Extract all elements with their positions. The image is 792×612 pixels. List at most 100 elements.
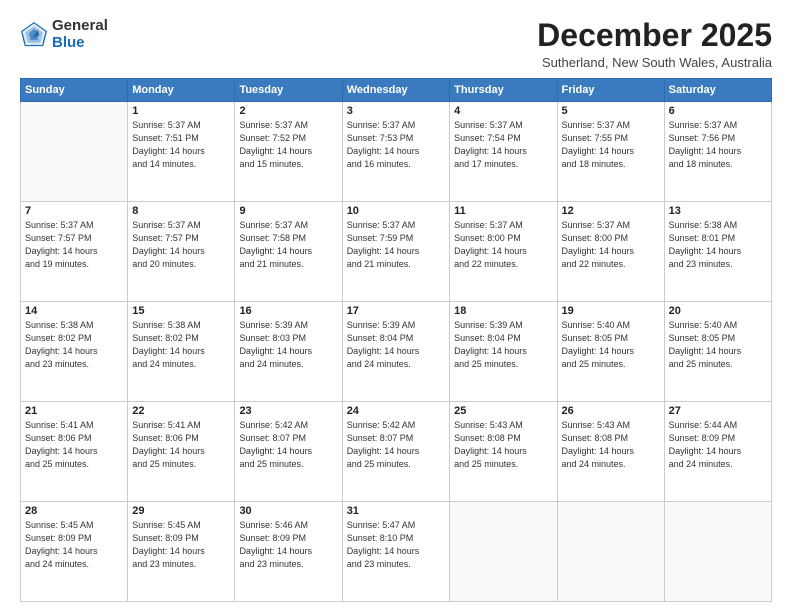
cell-w3-d4: 18 Sunrise: 5:39 AMSunset: 8:04 PMDayligh…: [450, 302, 557, 402]
cell-w3-d5: 19 Sunrise: 5:40 AMSunset: 8:05 PMDayligh…: [557, 302, 664, 402]
day-info: Sunrise: 5:37 AMSunset: 7:58 PMDaylight:…: [239, 219, 337, 271]
day-number: 31: [347, 505, 445, 517]
day-number: 11: [454, 205, 552, 217]
week-row-1: 1Sunrise: 5:37 AMSunset: 7:51 PMDaylight…: [21, 102, 772, 202]
day-number: 12: [562, 205, 660, 217]
day-number: 17: [347, 305, 445, 317]
day-info: Sunrise: 5:39 AMSunset: 8:04 PMDaylight:…: [347, 319, 445, 371]
cell-w4-d4: 25 Sunrise: 5:43 AMSunset: 8:08 PMDayligh…: [450, 402, 557, 502]
cell-w2-d0: 7 Sunrise: 5:37 AMSunset: 7:57 PMDaylight…: [21, 202, 128, 302]
day-info: Sunrise: 5:43 AMSunset: 8:08 PMDaylight:…: [562, 419, 660, 471]
day-info: Sunrise: 5:37 AMSunset: 7:51 PMDaylight:…: [132, 119, 230, 171]
col-friday: Friday: [557, 79, 664, 102]
week-row-5: 28 Sunrise: 5:45 AMSunset: 8:09 PMDayligh…: [21, 502, 772, 602]
day-info: Sunrise: 5:42 AMSunset: 8:07 PMDaylight:…: [347, 419, 445, 471]
cell-w2-d2: 9 Sunrise: 5:37 AMSunset: 7:58 PMDaylight…: [235, 202, 342, 302]
day-info: Sunrise: 5:37 AMSunset: 7:54 PMDaylight:…: [454, 119, 552, 171]
day-number: 10: [347, 205, 445, 217]
cell-w5-d6: [664, 502, 771, 602]
day-info: Sunrise: 5:37 AMSunset: 7:53 PMDaylight:…: [347, 119, 445, 171]
day-info: Sunrise: 5:38 AMSunset: 8:02 PMDaylight:…: [132, 319, 230, 371]
day-info: Sunrise: 5:47 AMSunset: 8:10 PMDaylight:…: [347, 519, 445, 571]
day-number: 30: [239, 505, 337, 517]
day-number: 16: [239, 305, 337, 317]
day-info: Sunrise: 5:41 AMSunset: 8:06 PMDaylight:…: [132, 419, 230, 471]
cell-w2-d4: 11Sunrise: 5:37 AMSunset: 8:00 PMDayligh…: [450, 202, 557, 302]
logo: General Blue: [20, 18, 108, 51]
day-number: 21: [25, 405, 123, 417]
cell-w4-d6: 27 Sunrise: 5:44 AMSunset: 8:09 PMDayligh…: [664, 402, 771, 502]
cell-w5-d1: 29 Sunrise: 5:45 AMSunset: 8:09 PMDayligh…: [128, 502, 235, 602]
cell-w2-d6: 13Sunrise: 5:38 AMSunset: 8:01 PMDayligh…: [664, 202, 771, 302]
col-thursday: Thursday: [450, 79, 557, 102]
day-number: 29: [132, 505, 230, 517]
day-info: Sunrise: 5:37 AMSunset: 8:00 PMDaylight:…: [562, 219, 660, 271]
cell-w1-d1: 1Sunrise: 5:37 AMSunset: 7:51 PMDaylight…: [128, 102, 235, 202]
header: General Blue December 2025 Sutherland, N…: [20, 18, 772, 70]
cell-w4-d0: 21Sunrise: 5:41 AMSunset: 8:06 PMDayligh…: [21, 402, 128, 502]
day-info: Sunrise: 5:37 AMSunset: 7:57 PMDaylight:…: [132, 219, 230, 271]
day-number: 18: [454, 305, 552, 317]
day-number: 3: [347, 105, 445, 117]
cell-w5-d5: [557, 502, 664, 602]
cell-w2-d5: 12 Sunrise: 5:37 AMSunset: 8:00 PMDayligh…: [557, 202, 664, 302]
cell-w5-d0: 28 Sunrise: 5:45 AMSunset: 8:09 PMDayligh…: [21, 502, 128, 602]
day-number: 6: [669, 105, 767, 117]
page: General Blue December 2025 Sutherland, N…: [0, 0, 792, 612]
day-info: Sunrise: 5:44 AMSunset: 8:09 PMDaylight:…: [669, 419, 767, 471]
day-number: 19: [562, 305, 660, 317]
week-row-3: 14Sunrise: 5:38 AMSunset: 8:02 PMDayligh…: [21, 302, 772, 402]
day-number: 20: [669, 305, 767, 317]
week-row-2: 7 Sunrise: 5:37 AMSunset: 7:57 PMDaylight…: [21, 202, 772, 302]
cell-w4-d3: 24Sunrise: 5:42 AMSunset: 8:07 PMDayligh…: [342, 402, 449, 502]
cell-w3-d2: 16 Sunrise: 5:39 AMSunset: 8:03 PMDayligh…: [235, 302, 342, 402]
cell-w4-d2: 23 Sunrise: 5:42 AMSunset: 8:07 PMDayligh…: [235, 402, 342, 502]
cell-w1-d0: [21, 102, 128, 202]
title-block: December 2025 Sutherland, New South Wale…: [537, 18, 772, 70]
cell-w3-d6: 20 Sunrise: 5:40 AMSunset: 8:05 PMDayligh…: [664, 302, 771, 402]
day-info: Sunrise: 5:43 AMSunset: 8:08 PMDaylight:…: [454, 419, 552, 471]
logo-general: General: [52, 18, 108, 35]
cell-w1-d4: 4Sunrise: 5:37 AMSunset: 7:54 PMDaylight…: [450, 102, 557, 202]
logo-icon: [20, 21, 48, 49]
day-number: 27: [669, 405, 767, 417]
day-info: Sunrise: 5:40 AMSunset: 8:05 PMDaylight:…: [669, 319, 767, 371]
day-info: Sunrise: 5:45 AMSunset: 8:09 PMDaylight:…: [25, 519, 123, 571]
cell-w5-d3: 31 Sunrise: 5:47 AMSunset: 8:10 PMDayligh…: [342, 502, 449, 602]
day-info: Sunrise: 5:37 AMSunset: 7:52 PMDaylight:…: [239, 119, 337, 171]
day-info: Sunrise: 5:38 AMSunset: 8:02 PMDaylight:…: [25, 319, 123, 371]
cell-w1-d2: 2Sunrise: 5:37 AMSunset: 7:52 PMDaylight…: [235, 102, 342, 202]
day-number: 5: [562, 105, 660, 117]
day-info: Sunrise: 5:39 AMSunset: 8:04 PMDaylight:…: [454, 319, 552, 371]
day-info: Sunrise: 5:37 AMSunset: 7:55 PMDaylight:…: [562, 119, 660, 171]
cell-w1-d6: 6Sunrise: 5:37 AMSunset: 7:56 PMDaylight…: [664, 102, 771, 202]
day-info: Sunrise: 5:39 AMSunset: 8:03 PMDaylight:…: [239, 319, 337, 371]
day-number: 23: [239, 405, 337, 417]
month-title: December 2025: [537, 18, 772, 53]
day-number: 28: [25, 505, 123, 517]
cell-w2-d3: 10 Sunrise: 5:37 AMSunset: 7:59 PMDayligh…: [342, 202, 449, 302]
calendar-header: Sunday Monday Tuesday Wednesday Thursday…: [21, 79, 772, 102]
col-tuesday: Tuesday: [235, 79, 342, 102]
col-sunday: Sunday: [21, 79, 128, 102]
day-info: Sunrise: 5:42 AMSunset: 8:07 PMDaylight:…: [239, 419, 337, 471]
logo-blue: Blue: [52, 35, 108, 52]
day-number: 13: [669, 205, 767, 217]
col-monday: Monday: [128, 79, 235, 102]
day-number: 26: [562, 405, 660, 417]
day-info: Sunrise: 5:40 AMSunset: 8:05 PMDaylight:…: [562, 319, 660, 371]
cell-w3-d3: 17 Sunrise: 5:39 AMSunset: 8:04 PMDayligh…: [342, 302, 449, 402]
cell-w2-d1: 8 Sunrise: 5:37 AMSunset: 7:57 PMDaylight…: [128, 202, 235, 302]
col-wednesday: Wednesday: [342, 79, 449, 102]
day-number: 9: [239, 205, 337, 217]
day-number: 25: [454, 405, 552, 417]
day-number: 7: [25, 205, 123, 217]
day-info: Sunrise: 5:45 AMSunset: 8:09 PMDaylight:…: [132, 519, 230, 571]
location-subtitle: Sutherland, New South Wales, Australia: [537, 55, 772, 70]
cell-w4-d5: 26 Sunrise: 5:43 AMSunset: 8:08 PMDayligh…: [557, 402, 664, 502]
day-info: Sunrise: 5:46 AMSunset: 8:09 PMDaylight:…: [239, 519, 337, 571]
day-info: Sunrise: 5:37 AMSunset: 7:59 PMDaylight:…: [347, 219, 445, 271]
cell-w1-d3: 3 Sunrise: 5:37 AMSunset: 7:53 PMDaylight…: [342, 102, 449, 202]
day-number: 8: [132, 205, 230, 217]
day-info: Sunrise: 5:37 AMSunset: 7:57 PMDaylight:…: [25, 219, 123, 271]
